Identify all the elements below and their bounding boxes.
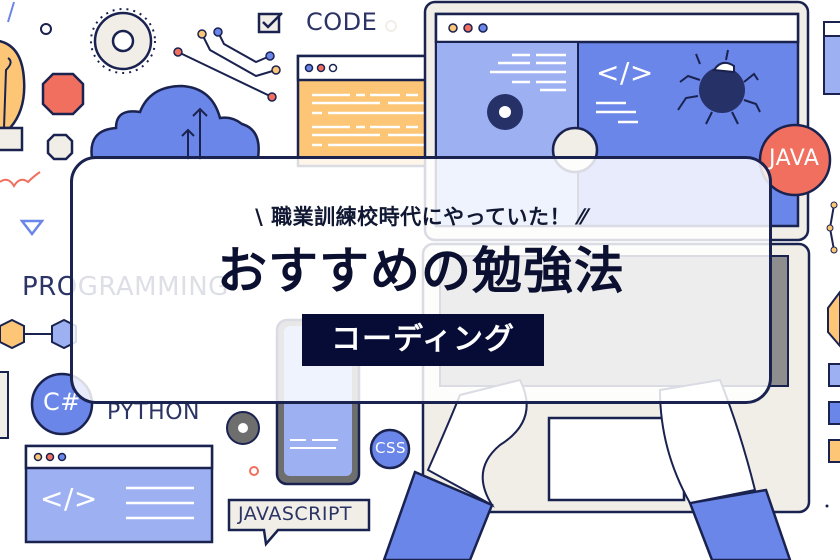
slash-left-decoration: \ bbox=[255, 205, 264, 229]
octagon-icon bbox=[41, 72, 85, 116]
gear-sun-icon bbox=[90, 8, 156, 74]
category-badge: コーディング bbox=[302, 314, 544, 366]
code-tag-label: </> bbox=[596, 56, 654, 89]
subtitle-text: 職業訓練校時代にやっていた！ bbox=[271, 205, 572, 229]
cloud-upload-icon bbox=[90, 84, 260, 160]
small-circle-icon bbox=[40, 23, 52, 35]
slash-right-decoration: ⁄⁄ bbox=[578, 205, 587, 229]
page-title: おすすめの勉強法 bbox=[217, 242, 625, 300]
lightbulb-icon bbox=[0, 40, 26, 152]
css-label: CSS bbox=[375, 439, 407, 457]
code-label: CODE bbox=[306, 8, 378, 36]
banner-illustration: CODE PROGRAMMING PYTHON JAVASCRIPT JAVA … bbox=[0, 0, 840, 560]
cube-chain-icon bbox=[0, 318, 77, 350]
java-label: JAVA bbox=[769, 146, 820, 171]
code-tag-label-bottom: </> bbox=[40, 482, 98, 515]
title-card: \ 職業訓練校時代にやっていた！ ⁄⁄ おすすめの勉強法 コーディング bbox=[70, 156, 772, 404]
checkbox-icon bbox=[257, 12, 281, 34]
octagon-small-icon bbox=[46, 133, 74, 161]
javascript-label: JAVASCRIPT bbox=[238, 503, 353, 525]
bug-icon bbox=[699, 67, 745, 113]
subtitle: \ 職業訓練校時代にやっていた！ ⁄⁄ bbox=[73, 201, 769, 231]
